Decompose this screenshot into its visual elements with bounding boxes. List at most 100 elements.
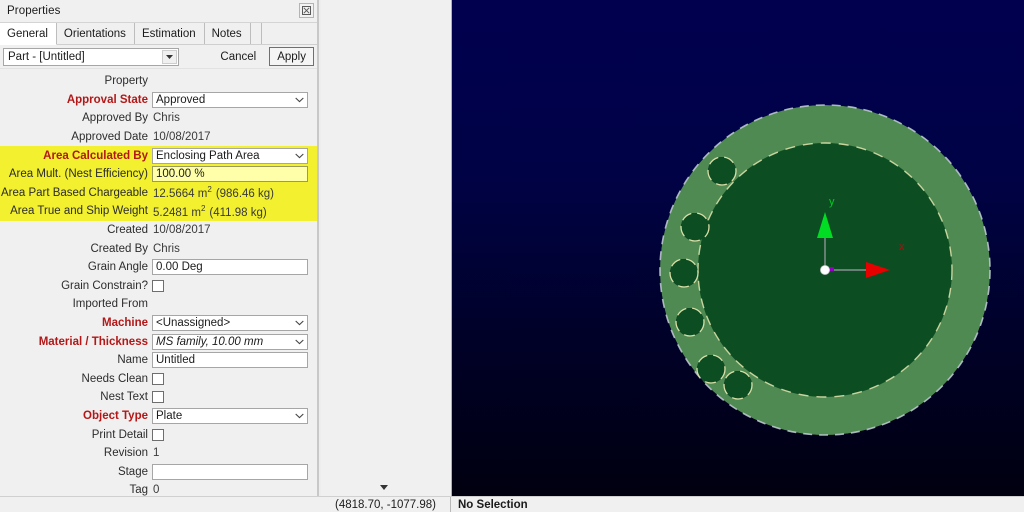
property-label: Approval State xyxy=(66,93,148,106)
property-text-input[interactable]: Untitled xyxy=(152,352,308,369)
property-label: Stage xyxy=(117,465,148,478)
property-value-cell: Approved xyxy=(152,91,318,108)
property-combo-input[interactable]: Plate xyxy=(152,407,308,424)
property-checkbox[interactable] xyxy=(152,428,164,441)
property-row: Nest Text xyxy=(0,388,318,407)
properties-titlebar: Properties xyxy=(0,0,318,23)
tab-orientations[interactable]: Orientations xyxy=(57,23,135,44)
property-row: Approved By Chris xyxy=(0,109,318,128)
apply-button-label: Apply xyxy=(277,50,306,63)
chevron-down-icon[interactable] xyxy=(295,409,304,423)
area-weight: (411.98 kg) xyxy=(209,206,267,219)
area-magnitude: 5.2481 m xyxy=(153,206,201,219)
chevron-down-icon[interactable] xyxy=(295,93,304,107)
property-value-cell: Untitled xyxy=(152,352,318,369)
property-value-cell: 100.00 % xyxy=(152,166,318,183)
chevron-down-icon[interactable] xyxy=(295,149,304,163)
property-combo-input[interactable]: MS family, 10.00 mm xyxy=(152,333,308,350)
property-grid-scroll[interactable]: Property Approval State Approved Approved … xyxy=(0,69,318,512)
property-label: Material / Thickness xyxy=(38,335,148,348)
statusbar: (4818.70, -1077.98) No Selection xyxy=(321,496,1024,512)
property-static-value: 0 xyxy=(153,484,160,497)
property-label: Area Mult. (Nest Efficiency) xyxy=(8,168,148,181)
property-static-value: 1 xyxy=(153,447,160,460)
properties-window: Properties General Orientations Estimati… xyxy=(0,0,319,512)
property-row: Material / Thickness MS family, 10.00 mm xyxy=(0,332,318,351)
property-checkbox[interactable] xyxy=(152,391,164,404)
property-combo-value: Plate xyxy=(156,409,183,422)
property-row: Print Detail xyxy=(0,425,318,444)
property-combo-value: Enclosing Path Area xyxy=(156,149,260,162)
part-selector-dropdown[interactable]: Part - [Untitled] xyxy=(3,47,179,66)
property-combo-input[interactable]: Enclosing Path Area xyxy=(152,147,308,164)
property-value-cell: 0.00 Deg xyxy=(152,259,318,276)
property-label: Nest Text xyxy=(100,391,148,404)
property-label: Object Type xyxy=(83,409,148,422)
property-label: Revision xyxy=(103,447,148,460)
property-value-cell xyxy=(152,463,318,480)
property-label: Area Calculated By xyxy=(43,149,148,162)
property-text-input[interactable]: 0.00 Deg xyxy=(152,259,308,276)
area-magnitude: 12.5664 m xyxy=(153,188,208,201)
property-static-value: 10/08/2017 xyxy=(153,131,211,144)
apply-button[interactable]: Apply xyxy=(269,47,314,66)
chevron-down-icon[interactable] xyxy=(295,335,304,349)
property-row: Object Type Plate xyxy=(0,407,318,426)
property-area-value: 5.2481 m2 (411.98 kg) xyxy=(152,204,267,219)
property-label: Grain Angle xyxy=(87,261,148,274)
property-grid-header: Property xyxy=(0,72,318,91)
model-viewport[interactable]: y x xyxy=(452,0,1024,496)
property-value-cell xyxy=(152,279,318,292)
status-coordinates: (4818.70, -1077.98) xyxy=(321,497,451,512)
tab-general[interactable]: General xyxy=(0,23,57,45)
property-label: Approved Date xyxy=(71,131,148,144)
property-combo-input[interactable]: Approved xyxy=(152,91,308,108)
property-label: Machine xyxy=(101,317,148,330)
chevron-down-icon[interactable] xyxy=(162,49,177,64)
property-label: Grain Constrain? xyxy=(61,279,148,292)
property-row: Revision 1 xyxy=(0,444,318,463)
property-checkbox[interactable] xyxy=(152,372,164,385)
tab-general-label: General xyxy=(7,27,48,40)
tabstrip-fill xyxy=(262,23,318,44)
property-row: Area Calculated By Enclosing Path Area xyxy=(0,146,318,165)
close-box-icon[interactable] xyxy=(299,3,314,18)
properties-commandbar: Part - [Untitled] Cancel Apply xyxy=(0,45,318,69)
property-value-cell: Chris xyxy=(152,112,318,124)
property-combo-input[interactable]: <Unassigned> xyxy=(152,315,308,332)
chevron-down-icon[interactable] xyxy=(295,316,304,330)
left-gutter-panel xyxy=(321,0,452,512)
property-row: Created By Chris xyxy=(0,239,318,258)
property-label: Name xyxy=(117,354,148,367)
area-unit-exponent: 2 xyxy=(200,204,206,214)
panel-resize-edge[interactable] xyxy=(317,0,319,512)
application-root: Properties General Orientations Estimati… xyxy=(0,0,1024,512)
property-label: Print Detail xyxy=(91,428,148,441)
property-label: Area True and Ship Weight xyxy=(10,205,148,218)
property-value-cell: 10/08/2017 xyxy=(152,224,318,236)
axis-origin-marker xyxy=(830,267,834,271)
property-row: Approval State Approved xyxy=(0,91,318,110)
tab-notes[interactable]: Notes xyxy=(205,23,251,44)
tab-estimation[interactable]: Estimation xyxy=(135,23,205,44)
property-text-input[interactable] xyxy=(152,463,308,480)
property-label: Tag xyxy=(129,484,148,497)
property-text-input[interactable]: 100.00 % xyxy=(152,166,308,183)
y-axis-label: y xyxy=(829,196,835,208)
property-row: Area True and Ship Weight 5.2481 m2 (411.9… xyxy=(0,202,318,221)
caret-down-icon[interactable] xyxy=(377,482,391,492)
area-weight: (986.46 kg) xyxy=(215,188,274,201)
property-value-cell: 5.2481 m2 (411.98 kg) xyxy=(152,204,318,219)
statusbar-left-cap xyxy=(0,496,321,512)
property-static-value: 10/08/2017 xyxy=(153,224,211,237)
property-area-value: 12.5664 m2 (986.46 kg) xyxy=(152,185,274,201)
property-grid: Property Approval State Approved Approved … xyxy=(0,69,318,500)
property-combo-value: MS family, 10.00 mm xyxy=(156,335,264,348)
property-static-value: Chris xyxy=(153,112,180,125)
property-value-cell xyxy=(152,372,318,385)
cancel-button[interactable]: Cancel xyxy=(212,47,264,66)
tab-orientations-label: Orientations xyxy=(63,27,126,40)
property-checkbox[interactable] xyxy=(152,279,164,292)
property-row: Imported From xyxy=(0,295,318,314)
cancel-button-label: Cancel xyxy=(220,50,257,63)
